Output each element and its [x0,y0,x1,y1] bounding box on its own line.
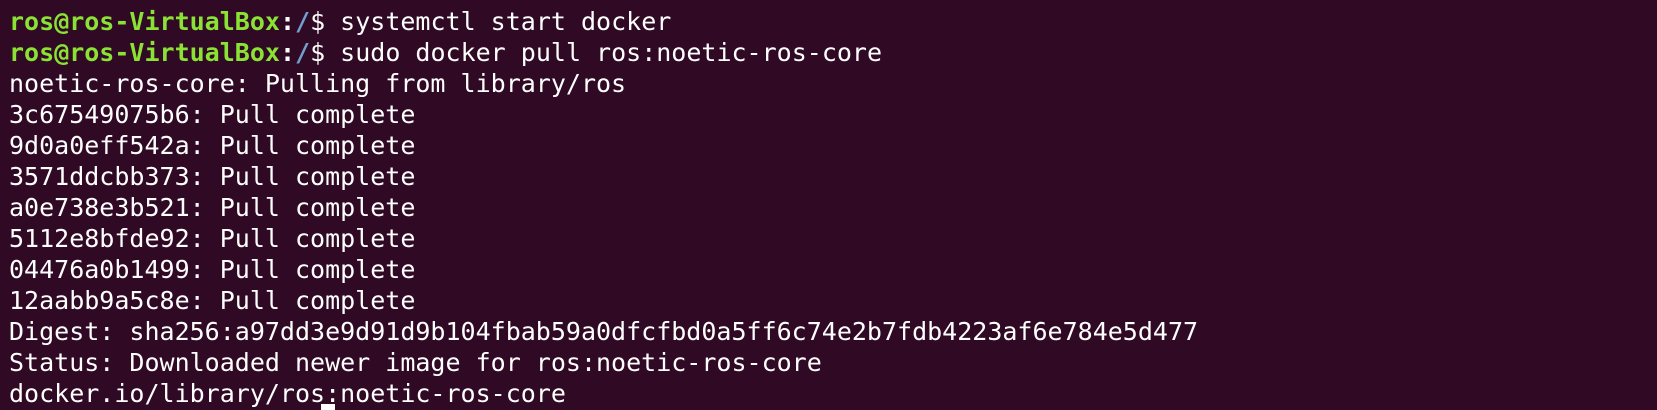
output-line: 3571ddcbb373: Pull complete [9,162,416,191]
prompt-path: / [295,7,311,36]
text-cursor [321,404,335,410]
output-line: Digest: sha256:a97dd3e9d91d9b104fbab59a0… [9,317,1199,346]
terminal-window[interactable]: ros@ros-VirtualBox:/$ systemctl start do… [0,0,1657,410]
output-line: 04476a0b1499: Pull complete [9,255,416,284]
prompt-user-host: ros@ros-VirtualBox [9,38,280,67]
output-line: Status: Downloaded newer image for ros:n… [9,348,822,377]
prompt-symbol: $ [310,7,341,36]
prompt-path: / [295,38,311,67]
output-line: noetic-ros-core: Pulling from library/ro… [9,69,627,98]
prompt-symbol: $ [310,38,341,67]
output-line: 9d0a0eff542a: Pull complete [9,131,416,160]
terminal-output: ros@ros-VirtualBox:/$ systemctl start do… [9,6,1198,409]
command-text: sudo docker pull ros:noetic-ros-core [340,38,883,67]
command-line-2: ros@ros-VirtualBox:/$ sudo docker pull r… [9,37,1198,68]
command-text: systemctl start docker [340,7,672,36]
prompt-separator: : [279,38,295,67]
output-line: 12aabb9a5c8e: Pull complete [9,286,416,315]
output-line: 3c67549075b6: Pull complete [9,100,416,129]
prompt-user-host: ros@ros-VirtualBox [9,7,280,36]
output-line: 5112e8bfde92: Pull complete [9,224,416,253]
output-line: a0e738e3b521: Pull complete [9,193,416,222]
output-line: docker.io/library/ros:noetic-ros-core [9,379,566,408]
command-line-1: ros@ros-VirtualBox:/$ systemctl start do… [9,6,1198,37]
prompt-separator: : [279,7,295,36]
